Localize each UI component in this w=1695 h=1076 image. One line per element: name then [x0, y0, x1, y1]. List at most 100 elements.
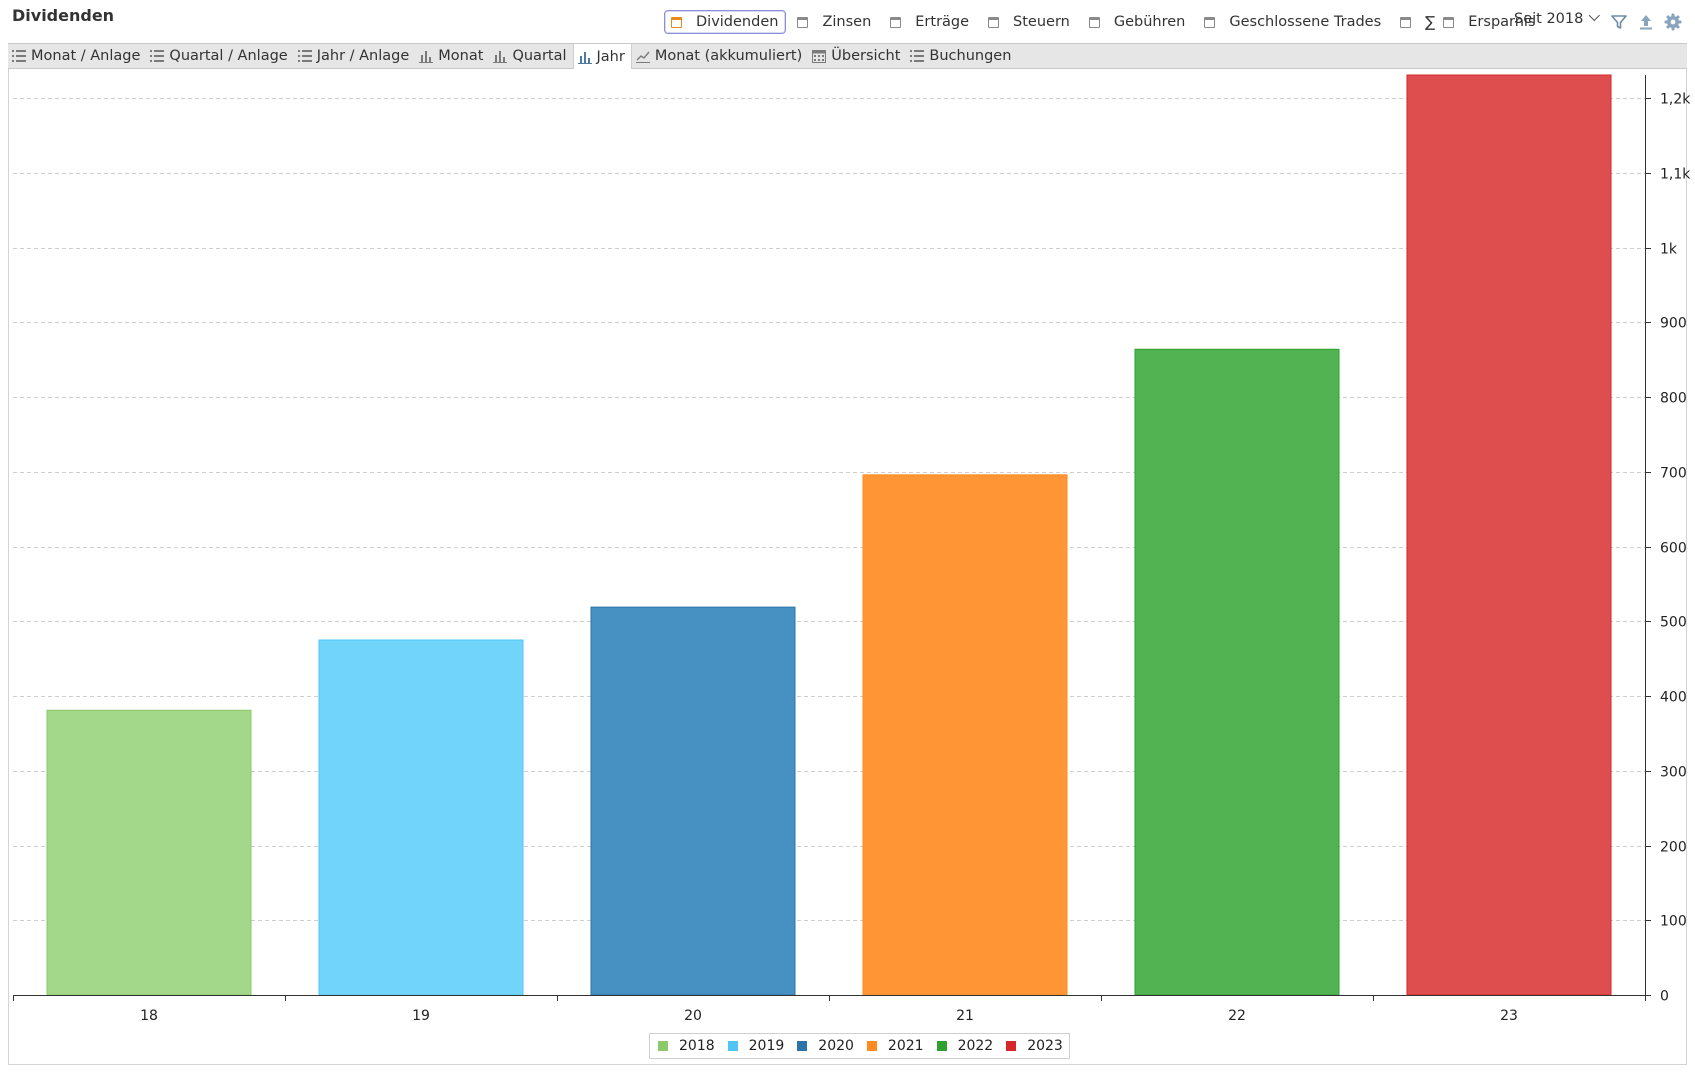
- legend-label: 2021: [887, 1038, 924, 1054]
- bars: [46, 74, 1612, 996]
- checkbox-icon[interactable]: [1400, 16, 1412, 28]
- filter-label: Geschlossene Trades: [1229, 14, 1382, 30]
- y-tick-label: 1k: [1660, 242, 1678, 258]
- y-tick-label: 1,2k: [1660, 92, 1691, 108]
- list-icon: [150, 50, 165, 62]
- tab-monat[interactable]: Monat: [415, 44, 489, 68]
- legend-item[interactable]: 2023: [1006, 1038, 1063, 1054]
- legend-swatch: [797, 1041, 808, 1051]
- y-tick-label: 900: [1660, 316, 1687, 332]
- checkbox-icon[interactable]: [988, 16, 1000, 28]
- filter-zinsen[interactable]: Zinsen: [790, 10, 879, 34]
- dividend-bar-chart: 0 100 200 300 400 500 600 700 800 900 1k 1,1k 1,2k 18…: [13, 74, 1691, 1024]
- line-chart-icon: [635, 51, 650, 63]
- filter-dividenden[interactable]: Dividenden: [664, 10, 787, 34]
- legend-item[interactable]: 2021: [866, 1038, 924, 1054]
- calendar-icon: [812, 50, 827, 63]
- tab-jahr[interactable]: Jahr: [572, 44, 632, 69]
- legend-swatch: [936, 1041, 947, 1051]
- header-bar: Dividenden Dividenden Zinsen Erträge Ste…: [0, 0, 1695, 42]
- legend-label: 2020: [818, 1038, 854, 1054]
- export-icon[interactable]: [1636, 12, 1656, 32]
- filter-label: Zinsen: [822, 14, 872, 30]
- y-tick-label: 600: [1660, 541, 1687, 557]
- y-tick-label: 100: [1660, 914, 1687, 930]
- checkbox-icon[interactable]: [1088, 16, 1100, 28]
- list-icon: [910, 50, 925, 62]
- bar-19: [318, 639, 524, 996]
- x-tick-label: 18: [140, 1008, 158, 1024]
- tab-jahr-anlage[interactable]: Jahr / Anlage: [294, 44, 416, 68]
- tab-label: Jahr: [596, 48, 625, 65]
- bar-21: [862, 474, 1068, 996]
- legend-item[interactable]: 2022: [936, 1038, 994, 1054]
- checkbox-icon[interactable]: [1204, 16, 1216, 28]
- x-tick-label: 20: [684, 1008, 702, 1024]
- legend-item[interactable]: 2018: [658, 1038, 715, 1054]
- tab-label: Übersicht: [831, 48, 901, 64]
- legend-swatch: [866, 1041, 877, 1051]
- checkbox-icon[interactable]: [797, 16, 809, 28]
- legend-label: 2023: [1027, 1038, 1063, 1054]
- x-tick-label: 21: [956, 1008, 974, 1024]
- filter-ertraege[interactable]: Erträge: [883, 10, 977, 34]
- filter-label: Erträge: [915, 14, 970, 30]
- period-dropdown[interactable]: Seit 2018: [1514, 9, 1601, 27]
- filter-icon[interactable]: [1609, 12, 1629, 32]
- x-tick-label: 19: [412, 1008, 430, 1024]
- y-tick-label: 800: [1660, 391, 1687, 407]
- bar-20: [590, 606, 796, 996]
- filter-label: Gebühren: [1113, 14, 1186, 30]
- x-tick-label: 22: [1228, 1008, 1246, 1024]
- y-tick-label: 700: [1660, 466, 1687, 482]
- y-tick-label: 300: [1660, 765, 1687, 781]
- tab-monat-akkumuliert[interactable]: Monat (akkumuliert): [632, 44, 808, 68]
- checkbox-icon[interactable]: [1443, 16, 1455, 28]
- view-tabs: Monat / Anlage Quartal / Anlage Jahr / A…: [8, 43, 1687, 69]
- period-label: Seit 2018: [1514, 11, 1584, 27]
- checkbox-icon[interactable]: [671, 16, 682, 28]
- list-icon: [297, 50, 312, 62]
- chart-legend: 2018 2019 2020 2021 2022 2023: [649, 1033, 1070, 1059]
- tab-label: Quartal / Anlage: [169, 48, 288, 64]
- gear-icon[interactable]: [1663, 12, 1683, 32]
- filter-geschlossene-trades[interactable]: Geschlossene Trades: [1197, 10, 1389, 34]
- legend-item[interactable]: 2020: [797, 1038, 854, 1054]
- filter-label: Steuern: [1013, 14, 1070, 30]
- chevron-down-icon: [1588, 9, 1601, 22]
- legend-item[interactable]: 2019: [727, 1038, 784, 1054]
- bar-chart-icon: [493, 51, 508, 63]
- legend-swatch: [658, 1041, 668, 1051]
- y-tick-label: 500: [1660, 615, 1687, 631]
- filter-steuern[interactable]: Steuern: [981, 10, 1078, 34]
- legend-swatch: [1006, 1041, 1017, 1051]
- y-tick-label: 0: [1660, 989, 1669, 1005]
- tab-quartal-anlage[interactable]: Quartal / Anlage: [146, 44, 293, 68]
- tab-label: Monat / Anlage: [31, 48, 141, 64]
- tab-monat-anlage[interactable]: Monat / Anlage: [8, 44, 146, 68]
- tab-quartal[interactable]: Quartal: [489, 44, 572, 68]
- legend-swatch: [727, 1041, 738, 1051]
- y-tick-label: 200: [1660, 840, 1687, 856]
- tab-label: Buchungen: [929, 48, 1012, 64]
- filter-bar: Dividenden Zinsen Erträge Steuern Gebühr…: [664, 10, 1548, 34]
- sigma-icon: ∑: [1425, 13, 1436, 31]
- bar-23: [1406, 74, 1612, 996]
- tab-label: Quartal: [512, 48, 567, 64]
- legend-label: 2022: [957, 1038, 994, 1054]
- filter-gebuehren[interactable]: Gebühren: [1082, 10, 1194, 34]
- tab-label: Monat: [438, 48, 484, 64]
- y-tick-label: 400: [1660, 690, 1687, 706]
- bar-chart-icon: [577, 51, 592, 64]
- tab-label: Jahr / Anlage: [316, 48, 410, 64]
- bar-22: [1134, 348, 1340, 996]
- legend-label: 2018: [679, 1038, 715, 1054]
- checkbox-icon[interactable]: [890, 16, 902, 28]
- tab-buchungen[interactable]: Buchungen: [906, 44, 1017, 68]
- grid-lines: [13, 98, 1645, 921]
- y-tick-label: 1,1k: [1660, 167, 1691, 183]
- page-title: Dividenden: [12, 6, 115, 25]
- tab-label: Monat (akkumuliert): [654, 48, 803, 64]
- bar-18: [46, 709, 252, 996]
- tab-uebersicht[interactable]: Übersicht: [808, 44, 906, 68]
